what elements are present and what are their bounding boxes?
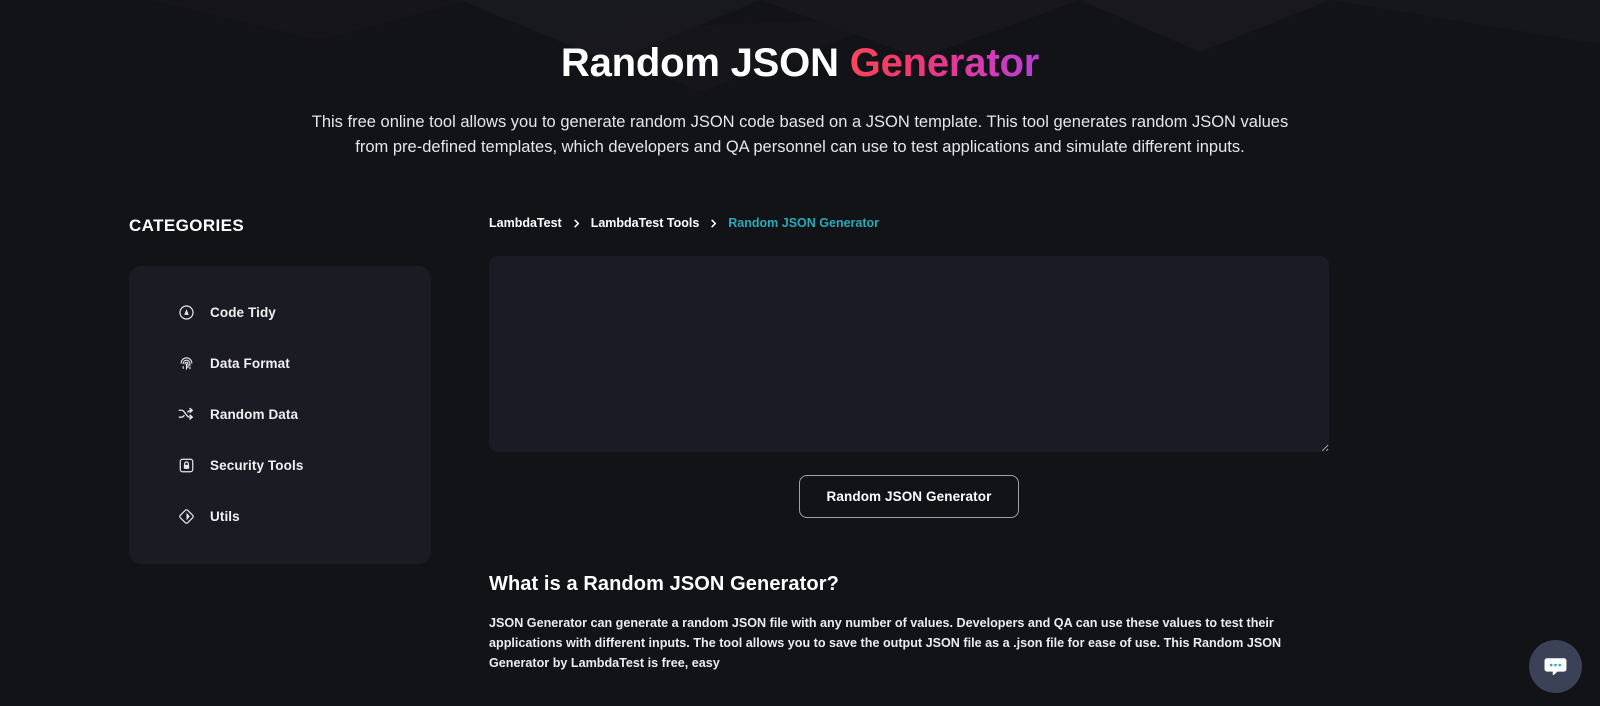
chat-bubble-icon [1542,653,1569,680]
sidebar-item-security-tools[interactable]: Security Tools [129,447,431,483]
tool-content: LambdaTest LambdaTest Tools Random JSON … [489,216,1600,673]
page-title-accent: Generator [849,41,1040,85]
chevron-right-icon [708,218,719,229]
breadcrumb-item-lambdatest[interactable]: LambdaTest [489,216,562,230]
sidebar-item-data-format[interactable]: Data Format [129,345,431,381]
sidebar-item-utils[interactable]: Utils [129,498,431,534]
categories-sidebar: CATEGORIES Code Tidy Data Format Random … [129,216,489,565]
article-section: What is a Random JSON Generator? JSON Ge… [489,573,1329,673]
sidebar-item-label: Code Tidy [210,304,276,320]
editor-area [489,256,1329,453]
json-template-input[interactable] [489,256,1329,453]
code-tidy-icon [177,303,195,321]
diamond-icon [177,507,195,525]
page-subtitle: This free online tool allows you to gene… [311,113,1289,157]
categories-heading: CATEGORIES [129,216,245,236]
sidebar-item-label: Random Data [210,406,299,422]
article-title: What is a Random JSON Generator? [489,573,839,596]
chat-launcher-button[interactable] [1529,640,1582,693]
action-row: Random JSON Generator [489,475,1329,519]
fingerprint-icon [177,354,195,372]
chevron-right-icon [571,218,582,229]
hero-section: Random JSON Generator This free online t… [0,0,1600,160]
article-body: JSON Generator can generate a random JSO… [489,616,1282,671]
sidebar-item-code-tidy[interactable]: Code Tidy [129,294,431,330]
categories-card: Code Tidy Data Format Random Data Securi… [129,266,431,565]
sidebar-item-random-data[interactable]: Random Data [129,396,431,432]
sidebar-item-label: Utils [210,508,240,524]
breadcrumb: LambdaTest LambdaTest Tools Random JSON … [489,216,1600,230]
lock-icon [177,456,195,474]
sidebar-item-label: Security Tools [210,457,304,473]
main-layout: CATEGORIES Code Tidy Data Format Random … [0,216,1600,673]
page-title-plain: Random JSON [560,41,850,85]
breadcrumb-item-current: Random JSON Generator [728,216,880,231]
breadcrumb-item-lambdatest-tools[interactable]: LambdaTest Tools [591,216,700,230]
generate-random-json-button[interactable]: Random JSON Generator [798,475,1020,519]
page-title: Random JSON Generator [0,40,1600,87]
shuffle-icon [177,405,195,423]
sidebar-item-label: Data Format [210,355,290,371]
